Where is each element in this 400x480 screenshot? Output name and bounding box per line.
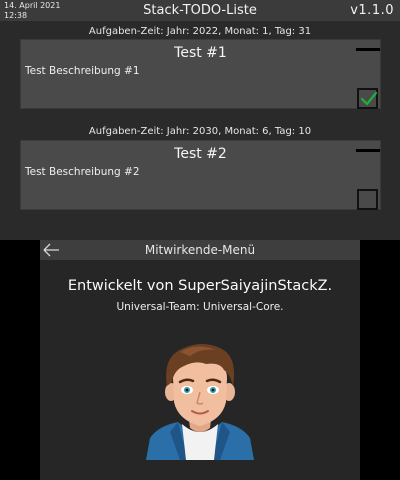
task-2-meta: Aufgaben-Zeit: Jahr: 2030, Monat: 6, Tag… — [88, 126, 312, 137]
developer-credit: Entwickelt von SuperSaiyajinStackZ. — [67, 278, 333, 294]
bottom-screen: Mitwirkende-Menü Entwickelt von SuperSai… — [40, 240, 360, 480]
top-screen: 14. April 2021 12:38 Stack-TODO-Liste v1… — [0, 0, 400, 240]
top-header-bar: 14. April 2021 12:38 Stack-TODO-Liste v1… — [0, 0, 400, 21]
minus-icon[interactable] — [356, 149, 380, 152]
app-title: Stack-TODO-Liste — [143, 3, 257, 18]
task-card-2[interactable]: Test #2 Test Beschreibung #2 — [20, 140, 381, 210]
task-card-1[interactable]: Test #1 Test Beschreibung #1 — [20, 39, 381, 109]
minus-icon[interactable] — [356, 48, 380, 51]
version-label: v1.1.0 — [350, 3, 394, 18]
task-title: Test #1 — [174, 45, 227, 61]
task-1-meta: Aufgaben-Zeit: Jahr: 2022, Monat: 1, Tag… — [88, 26, 312, 37]
avatar-illustration — [146, 344, 254, 460]
task-checkbox-checked[interactable] — [357, 88, 378, 109]
task-title: Test #2 — [174, 146, 227, 162]
task-description: Test Beschreibung #2 — [25, 166, 140, 178]
developer-avatar — [140, 340, 260, 460]
checkmark-icon — [360, 91, 378, 106]
team-credit: Universal-Team: Universal-Core. — [116, 301, 284, 313]
task-description: Test Beschreibung #1 — [25, 65, 140, 77]
bottom-header-bar: Mitwirkende-Menü — [40, 240, 360, 260]
task-checkbox-unchecked[interactable] — [357, 189, 378, 210]
menu-title: Mitwirkende-Menü — [144, 243, 256, 257]
